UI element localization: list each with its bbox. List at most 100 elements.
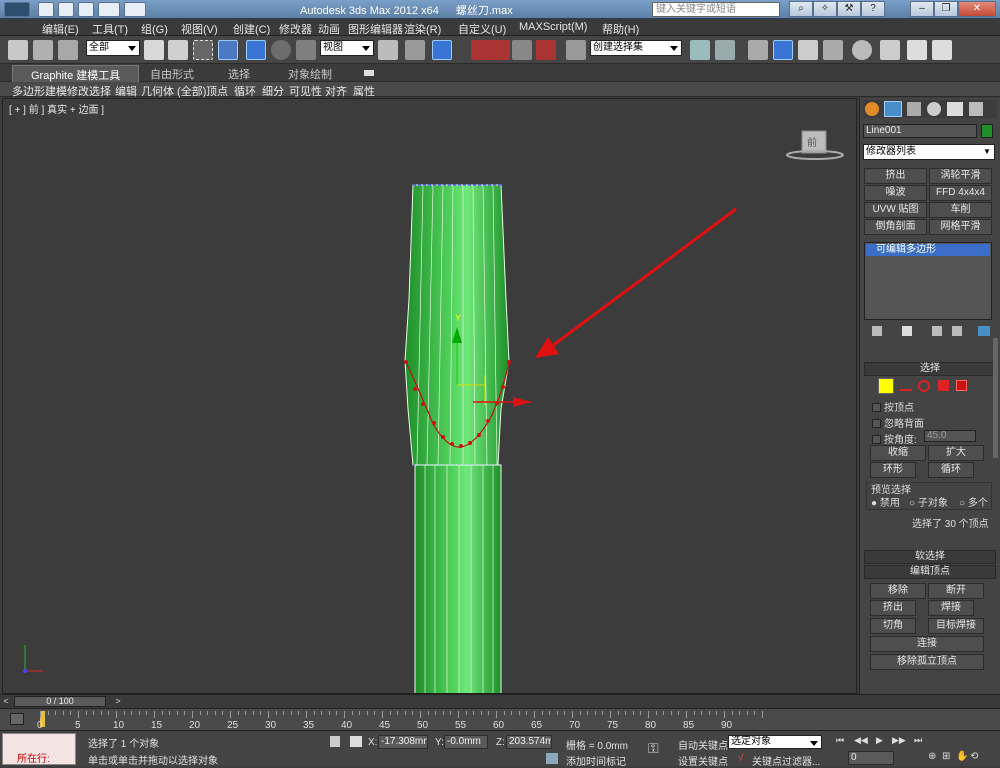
menu-tools[interactable]: 工具(T) <box>92 21 128 37</box>
remove-modifier-icon[interactable] <box>952 326 962 336</box>
modifier-list-dropdown[interactable]: 修改器列表 <box>863 144 995 160</box>
key-icon[interactable]: ⚿ <box>648 741 668 755</box>
mini-curve-editor-icon[interactable] <box>10 713 24 725</box>
percent-snap-icon[interactable] <box>512 40 532 60</box>
make-unique-icon[interactable] <box>932 326 942 336</box>
preview-off-radio[interactable]: ● 禁用 <box>871 494 900 509</box>
close-button[interactable]: ✕ <box>958 1 996 17</box>
scale-icon[interactable] <box>296 40 316 60</box>
remove-button[interactable]: 移除 <box>870 583 926 599</box>
break-button[interactable]: 断开 <box>928 583 984 599</box>
rotate-icon[interactable] <box>271 40 291 60</box>
material-editor-icon[interactable] <box>852 40 872 60</box>
menu-maxscript[interactable]: MAXScript(M) <box>519 21 587 33</box>
current-frame-field[interactable]: 0 <box>848 751 894 765</box>
show-end-result-icon[interactable] <box>902 326 912 336</box>
wrench-icon[interactable]: ⚒ <box>837 1 861 17</box>
command-panel-scrollbar[interactable] <box>993 338 998 458</box>
menu-edit[interactable]: 编辑(E) <box>42 21 79 37</box>
angle-spinner[interactable]: 45.0 <box>924 430 976 442</box>
panel-visibility[interactable]: 可见性 <box>289 83 322 99</box>
tab-object-paint[interactable]: 对象绘制 <box>288 66 332 82</box>
time-slider[interactable]: < 0 / 100 > <box>0 694 1000 708</box>
modifier-extrude-button[interactable]: 挤出 <box>864 168 927 184</box>
target-weld-button[interactable]: 目标焊接 <box>928 618 984 634</box>
graphite-toggle-icon[interactable] <box>773 40 793 60</box>
angle-snap-icon[interactable] <box>490 40 510 60</box>
new-file-icon[interactable] <box>38 2 54 17</box>
menu-animation[interactable]: 动画 <box>318 21 340 37</box>
modifier-ffd-button[interactable]: FFD 4x4x4 <box>929 185 992 201</box>
x-coordinate-field[interactable]: -17.308mm <box>378 735 428 749</box>
z-coordinate-field[interactable]: 203.574mm <box>506 735 552 749</box>
menu-rendering[interactable]: 渲染(R) <box>404 21 441 37</box>
align-icon[interactable] <box>715 40 735 60</box>
open-file-icon[interactable] <box>58 2 74 17</box>
y-coordinate-field[interactable]: -0.0mm <box>444 735 488 749</box>
key-mode-dropdown[interactable]: 选定对象 <box>728 735 822 749</box>
restore-button[interactable]: ❐ <box>934 1 958 17</box>
time-tag-icon[interactable] <box>546 753 558 764</box>
motion-tab-icon[interactable] <box>927 102 941 116</box>
preview-subobj-radio[interactable]: ○ 子对象 <box>909 494 948 509</box>
tab-freeform[interactable]: 自由形式 <box>150 66 194 82</box>
utilities-tab-icon[interactable] <box>969 102 983 116</box>
panel-properties[interactable]: 属性 <box>353 83 375 99</box>
minimize-button[interactable]: – <box>910 1 934 17</box>
create-tab-icon[interactable] <box>865 102 879 116</box>
schematic-view-icon[interactable] <box>823 40 843 60</box>
select-manipulate-icon[interactable] <box>405 40 425 60</box>
modifier-turbosmooth-button[interactable]: 涡轮平滑 <box>929 168 992 184</box>
edit-named-selection-icon[interactable] <box>566 40 586 60</box>
panel-modify-selection[interactable]: 修改选择 <box>67 83 111 99</box>
select-object-icon[interactable] <box>144 40 164 60</box>
bind-spacewarp-icon[interactable] <box>58 40 78 60</box>
mirror-icon[interactable] <box>690 40 710 60</box>
ribbon-options-icon[interactable] <box>364 70 374 76</box>
viewport-canvas[interactable]: Y 前 <box>3 99 857 694</box>
link-icon[interactable] <box>8 40 28 60</box>
window-crossing-icon[interactable] <box>218 40 238 60</box>
by-angle-checkbox[interactable]: 按角度: <box>872 431 917 446</box>
panel-geometry-all[interactable]: 几何体 (全部) <box>141 83 206 99</box>
edit-vertices-rollout-header[interactable]: 编辑顶点 <box>864 565 996 579</box>
stack-item-editable-poly[interactable]: 可编辑多边形 <box>866 244 990 256</box>
move-icon[interactable] <box>246 40 266 60</box>
menu-group[interactable]: 组(G) <box>141 21 168 37</box>
loop-button[interactable]: 循环 <box>928 462 974 478</box>
menu-graph-editors[interactable]: 图形编辑器 <box>348 21 403 37</box>
next-key-icon[interactable]: ▶▶ <box>892 735 906 746</box>
border-mode-icon[interactable] <box>918 380 930 392</box>
undo-icon[interactable] <box>98 2 120 17</box>
ignore-backfacing-checkbox[interactable]: 忽略背面 <box>872 415 924 430</box>
by-vertex-checkbox[interactable]: 按顶点 <box>872 399 914 414</box>
menu-customize[interactable]: 自定义(U) <box>458 21 506 37</box>
grow-button[interactable]: 扩大 <box>928 445 984 461</box>
panel-subdivision[interactable]: 细分 <box>262 83 284 99</box>
vertex-mode-icon[interactable] <box>878 378 894 394</box>
element-mode-icon[interactable] <box>956 380 967 391</box>
zoom-icon[interactable]: ⊕ <box>928 751 936 762</box>
help-icon[interactable]: ? <box>861 1 885 17</box>
display-tab-icon[interactable] <box>947 102 963 116</box>
soft-selection-rollout-header[interactable]: 软选择 <box>864 550 996 564</box>
prev-key-icon[interactable]: ◀◀ <box>854 735 868 746</box>
render-setup-icon[interactable] <box>880 40 900 60</box>
hierarchy-tab-icon[interactable] <box>907 102 921 116</box>
unlink-icon[interactable] <box>33 40 53 60</box>
shrink-button[interactable]: 收缩 <box>870 445 926 461</box>
search-input[interactable]: 键入关键字或短语 <box>652 2 780 17</box>
chevron-down-icon[interactable]: ▼ <box>980 145 994 159</box>
binoculars-icon[interactable]: ⌕ <box>789 1 813 17</box>
render-teapot-icon[interactable] <box>932 40 952 60</box>
menu-modifiers[interactable]: 修改器 <box>279 21 312 37</box>
lock-icon[interactable] <box>330 736 340 747</box>
extrude-button[interactable]: 挤出 <box>870 600 916 616</box>
auto-key-button[interactable]: 自动关键点 <box>678 737 728 752</box>
connect-button[interactable]: 连接 <box>870 636 984 652</box>
menu-create[interactable]: 创建(C) <box>233 21 270 37</box>
edge-mode-icon[interactable] <box>900 382 912 391</box>
panel-loops[interactable]: 循环 <box>234 83 256 99</box>
curve-editor-icon[interactable] <box>798 40 818 60</box>
modify-tab-icon[interactable] <box>884 101 902 117</box>
